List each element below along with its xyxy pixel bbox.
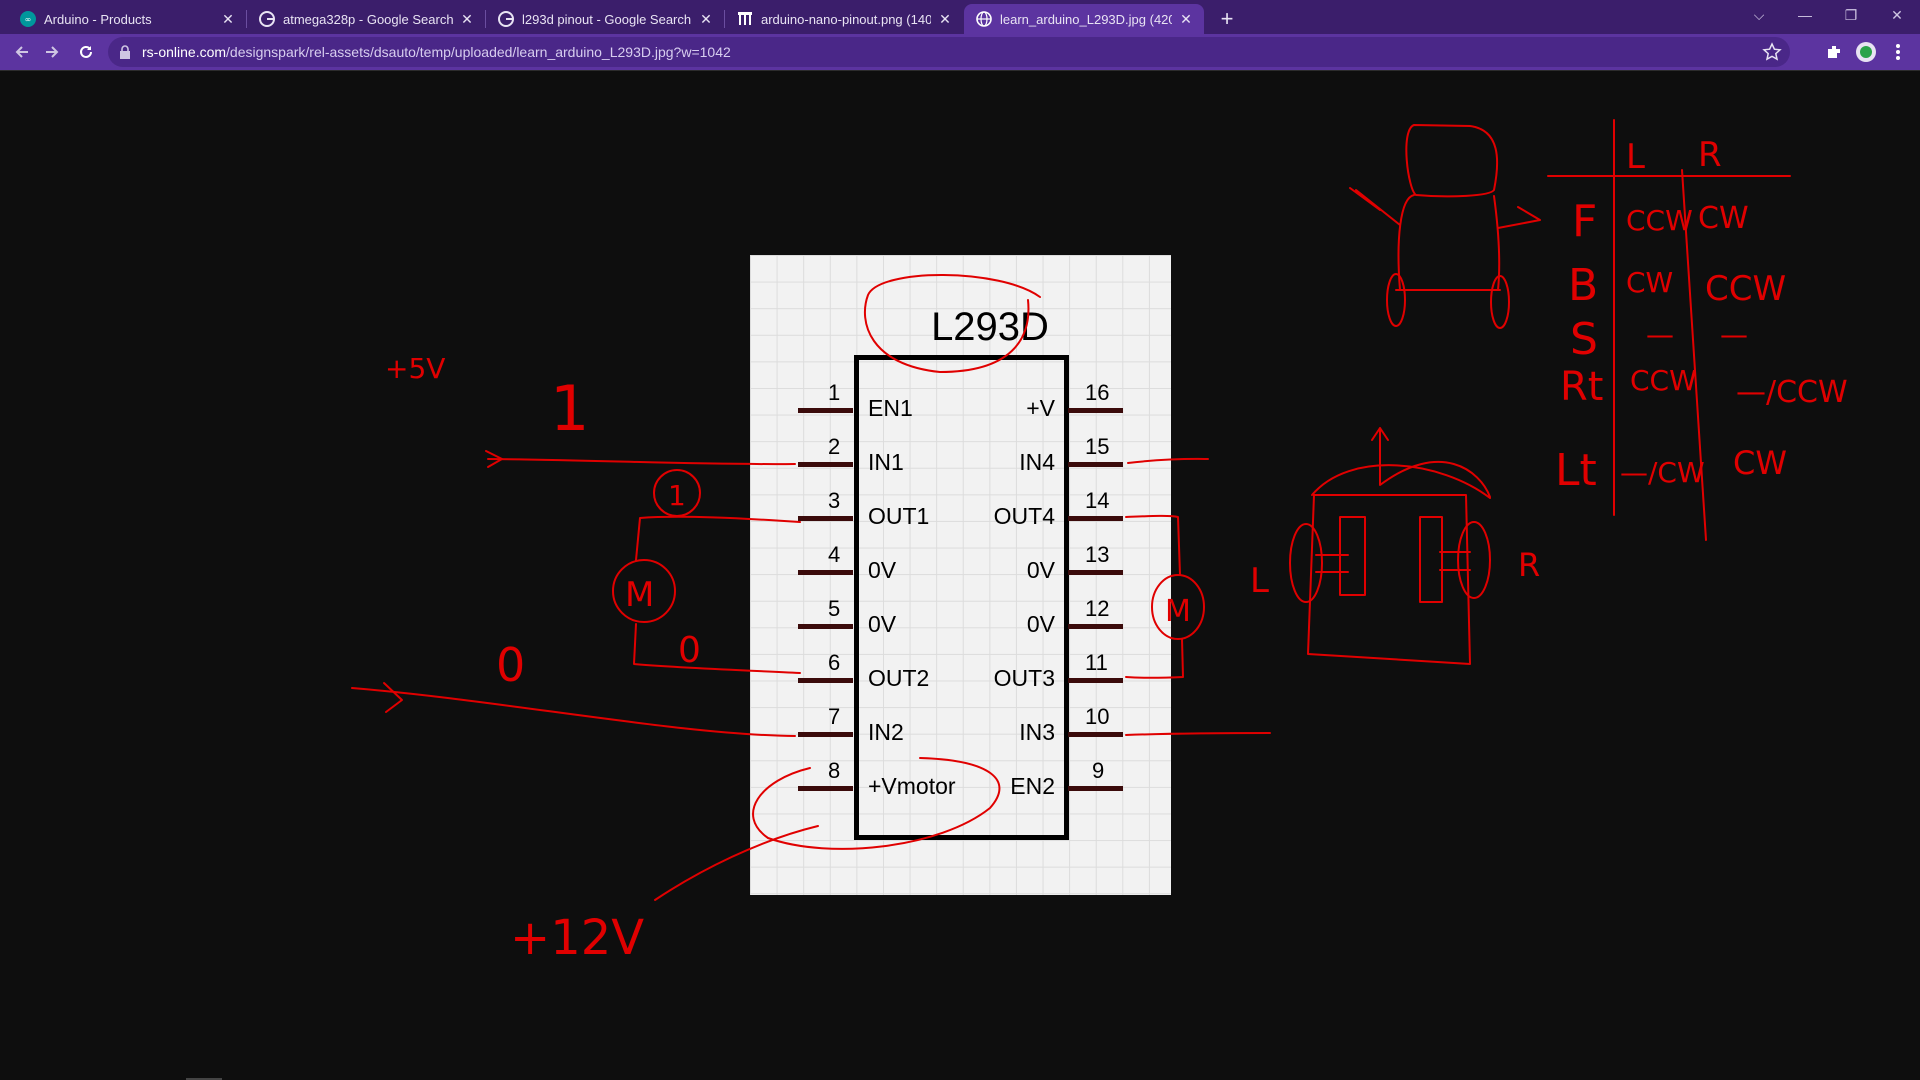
- pin-number: 1: [828, 380, 841, 405]
- tab-strip: ∞ Arduino - Products ✕ atmega328p - Goog…: [0, 0, 1920, 34]
- pin-number: 16: [1085, 380, 1110, 405]
- globe-icon: [976, 11, 992, 27]
- pin-label: 0V: [868, 611, 897, 637]
- close-window-button[interactable]: ✕: [1874, 0, 1920, 30]
- pin-number: 2: [828, 434, 841, 459]
- extensions-icon[interactable]: [1824, 42, 1844, 62]
- pin-line: [1068, 462, 1123, 467]
- tab-nano-pinout[interactable]: arduino-nano-pinout.png (1400× ✕: [725, 4, 963, 34]
- restore-button[interactable]: ❐: [1828, 0, 1874, 30]
- pin-line: [1068, 786, 1123, 791]
- browser-toolbar: rs-online.com/designspark/rel-assets/dsa…: [0, 34, 1920, 70]
- pin-number: 7: [828, 704, 841, 729]
- close-icon[interactable]: ✕: [459, 11, 475, 27]
- close-icon[interactable]: ✕: [698, 11, 714, 27]
- pin-line: [798, 732, 853, 737]
- pin-label: OUT4: [993, 503, 1055, 529]
- address-bar[interactable]: rs-online.com/designspark/rel-assets/dsa…: [108, 37, 1790, 67]
- l293d-pinout-image: L293D 1 2 3 4 5 6 7 8 16 15 14 13 12 11 …: [750, 255, 1171, 895]
- pin-line: [798, 408, 853, 413]
- tab-l293d-search[interactable]: l293d pinout - Google Search ✕: [486, 4, 724, 34]
- pin-line: [798, 516, 853, 521]
- pin-label: OUT1: [868, 503, 930, 529]
- pin-line: [1068, 408, 1123, 413]
- pin-label: IN3: [1019, 719, 1055, 745]
- image-icon: [737, 11, 753, 27]
- tab-title: l293d pinout - Google Search: [522, 11, 692, 27]
- pin-number: 9: [1092, 758, 1105, 783]
- pin-label: 0V: [868, 557, 897, 583]
- google-icon: [498, 11, 514, 27]
- pin-label: EN1: [868, 395, 913, 421]
- pin-label: IN1: [868, 449, 904, 475]
- tab-title: learn_arduino_L293D.jpg (420×6: [1000, 11, 1172, 27]
- pin-line: [798, 678, 853, 683]
- close-icon[interactable]: ✕: [220, 11, 236, 27]
- arrow-left-icon: [15, 46, 28, 58]
- pin-number: 15: [1085, 434, 1110, 459]
- pin-line: [1068, 570, 1123, 575]
- tab-title: arduino-nano-pinout.png (1400×: [761, 11, 931, 27]
- new-tab-button[interactable]: +: [1214, 6, 1240, 32]
- pin-label: 0V: [1026, 611, 1055, 637]
- tab-title: Arduino - Products: [44, 11, 152, 27]
- pin-line: [1068, 678, 1123, 683]
- window-controls: ⌵ — ❐ ✕: [1736, 0, 1920, 30]
- arrow-right-icon: [46, 46, 59, 58]
- pin-number: 8: [828, 758, 841, 783]
- lock-icon: [120, 45, 130, 59]
- bookmark-star-icon[interactable]: [1762, 42, 1782, 62]
- tab-atmega328p-search[interactable]: atmega328p - Google Search ✕: [247, 4, 485, 34]
- pin-label: IN2: [868, 719, 904, 745]
- pin-line: [798, 570, 853, 575]
- chip-title: L293D: [931, 305, 1049, 349]
- pin-line: [798, 462, 853, 467]
- reload-icon: [80, 45, 92, 58]
- tab-search-icon[interactable]: ⌵: [1736, 0, 1782, 30]
- pin-number: 3: [828, 488, 841, 513]
- pin-line: [1068, 732, 1123, 737]
- pin-number: 11: [1085, 650, 1108, 675]
- back-button[interactable]: [8, 38, 36, 66]
- pin-label: OUT2: [868, 665, 930, 691]
- pin-number: 6: [828, 650, 841, 675]
- pin-label: EN2: [1010, 773, 1055, 799]
- tab-title: atmega328p - Google Search: [283, 11, 453, 27]
- pin-label: +V: [1026, 395, 1055, 421]
- pin-line: [1068, 516, 1123, 521]
- minimize-button[interactable]: —: [1782, 0, 1828, 30]
- google-icon: [259, 11, 275, 27]
- pin-label: IN4: [1019, 449, 1055, 475]
- pin-number: 10: [1085, 704, 1110, 729]
- pin-label: +Vmotor: [868, 773, 956, 799]
- url-text: rs-online.com/designspark/rel-assets/dsa…: [142, 44, 731, 60]
- close-icon[interactable]: ✕: [937, 11, 953, 27]
- arduino-icon: ∞: [20, 11, 36, 27]
- pin-line: [798, 786, 853, 791]
- chip-body: [854, 355, 1069, 840]
- reload-button[interactable]: [72, 38, 100, 66]
- close-icon[interactable]: ✕: [1178, 11, 1194, 27]
- pin-line: [1068, 624, 1123, 629]
- pin-number: 13: [1085, 542, 1110, 567]
- pin-number: 5: [828, 596, 841, 621]
- tab-learn-arduino-l293d[interactable]: learn_arduino_L293D.jpg (420×6 ✕: [964, 4, 1204, 34]
- forward-button[interactable]: [38, 38, 66, 66]
- pin-number: 14: [1085, 488, 1110, 513]
- menu-kebab-icon[interactable]: [1888, 42, 1908, 62]
- pin-label: 0V: [1026, 557, 1055, 583]
- pin-label: OUT3: [993, 665, 1055, 691]
- tab-arduino-products[interactable]: ∞ Arduino - Products ✕: [8, 4, 246, 34]
- pin-line: [798, 624, 853, 629]
- svg-text:∞: ∞: [25, 15, 32, 24]
- profile-avatar[interactable]: [1856, 42, 1876, 62]
- pin-number: 4: [828, 542, 841, 567]
- pin-number: 12: [1085, 596, 1110, 621]
